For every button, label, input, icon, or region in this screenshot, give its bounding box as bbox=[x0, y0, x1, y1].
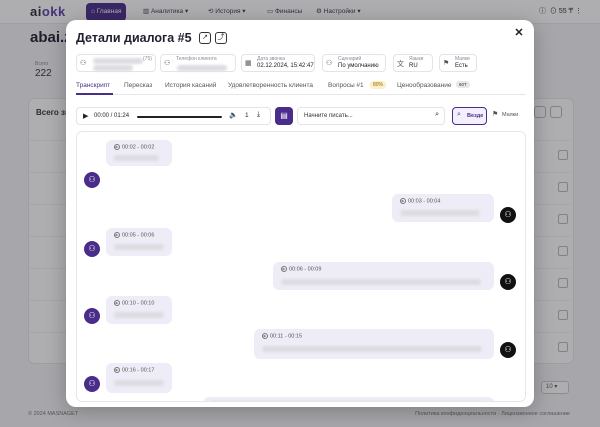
redacted-text bbox=[211, 401, 481, 402]
transcript-search-input[interactable]: Начните писать... ⌕ bbox=[297, 107, 445, 125]
player-time: 00:00 / 01:24 bbox=[94, 113, 130, 119]
play-icon[interactable]: ▶ bbox=[114, 367, 120, 373]
operator-avatar-icon: ⚇ bbox=[500, 274, 516, 290]
message-bubble-operator[interactable]: ▶ 00:06 - 00:09 bbox=[273, 262, 494, 290]
search-placeholder: Начните писать... bbox=[304, 113, 353, 119]
marks-value: Есть bbox=[455, 63, 468, 69]
audio-player: ▶ 00:00 / 01:24 🔈 1 ⤓ bbox=[76, 107, 271, 125]
search-marks-button[interactable]: ⚑ Маяки bbox=[491, 107, 526, 125]
client-avatar-icon: ⚇ bbox=[84, 308, 100, 324]
flag-icon: ⚑ bbox=[443, 60, 450, 67]
user-icon: ⚇ bbox=[164, 60, 171, 67]
scenario-card: ⚇ Сценарий По умолчанию bbox=[322, 54, 386, 72]
tab-summary[interactable]: Пересказ bbox=[124, 82, 152, 89]
transcript-toolbar: ▶ 00:00 / 01:24 🔈 1 ⤓ ▤ Начните писать..… bbox=[76, 107, 526, 125]
client-phone-card: ⚇ Телефон клиента bbox=[160, 54, 236, 72]
message-bubble-operator[interactable]: ▶ 00:11 - 00:15 bbox=[254, 329, 494, 359]
user-icon: ⚇ bbox=[80, 60, 87, 67]
calendar-icon: ▦ bbox=[245, 60, 252, 67]
message-bubble-client[interactable]: ▶ 00:10 - 00:10 bbox=[106, 296, 172, 324]
client-avatar-icon: ⚇ bbox=[84, 172, 100, 188]
message-bubble-operator[interactable]: ▶ 00:03 - 00:04 bbox=[392, 194, 494, 222]
volume-icon[interactable]: 🔈 bbox=[229, 111, 238, 119]
modal-title: Детали диалога #5 bbox=[76, 31, 192, 45]
call-date-card: ▦ Дата звонка 02.12.2024, 15:42:47 bbox=[241, 54, 315, 72]
search-icon: ⌕ bbox=[457, 111, 461, 118]
message-bubble-client[interactable]: ▶ 00:05 - 00:06 bbox=[106, 228, 172, 256]
operator-avatar-icon: ⚇ bbox=[500, 207, 516, 223]
tab-questions[interactable]: Вопросы #1 bbox=[328, 82, 364, 89]
tab-satisfaction[interactable]: Удовлетворенность клиента bbox=[228, 82, 313, 89]
translate-icon: 文 bbox=[397, 61, 404, 68]
date-label: Дата звонка bbox=[257, 56, 285, 62]
search-everywhere-button[interactable]: ⌕ Везде bbox=[452, 107, 487, 125]
marks-card: ⚑ Маяки Есть bbox=[439, 54, 477, 72]
open-external-icon[interactable]: ↗ bbox=[199, 32, 211, 44]
questions-score-badge: 80% bbox=[370, 81, 387, 89]
transcript-panel[interactable]: ⚇ ▶ 00:02 - 00:02 ▶ 00:03 - 00:04 ⚇ ⚇ ▶ 00:… bbox=[76, 131, 526, 402]
redacted-text bbox=[93, 65, 133, 71]
client-avatar-icon: ⚇ bbox=[84, 376, 100, 392]
play-icon[interactable]: ▶ bbox=[400, 198, 406, 204]
tab-pricing[interactable]: Ценообразование bbox=[397, 82, 451, 89]
close-icon[interactable]: ✕ bbox=[512, 26, 526, 40]
date-value: 02.12.2024, 15:42:47 bbox=[257, 63, 314, 69]
languages-label: Языки bbox=[409, 56, 424, 62]
marks-label: Маяки bbox=[455, 56, 470, 62]
message-bubble-client[interactable]: ▶ 00:02 - 00:02 bbox=[106, 140, 172, 166]
redacted-text bbox=[114, 244, 164, 250]
playback-speed[interactable]: 1 bbox=[245, 112, 249, 119]
phone-label: Телефон клиента bbox=[176, 56, 217, 62]
client-avatar-icon: ⚇ bbox=[84, 241, 100, 257]
play-icon[interactable]: ▶ bbox=[281, 266, 287, 272]
redacted-text bbox=[114, 312, 164, 318]
redacted-phone bbox=[177, 65, 227, 71]
agent-card: ⚇ (75) bbox=[76, 54, 156, 72]
operator-avatar-icon: ⚇ bbox=[500, 342, 516, 358]
audio-progress-track[interactable] bbox=[137, 116, 222, 118]
play-icon[interactable]: ▶ bbox=[114, 300, 120, 306]
tab-touch-history[interactable]: История касаний bbox=[165, 82, 216, 89]
active-tab-indicator bbox=[76, 93, 113, 95]
redacted-text bbox=[93, 58, 143, 64]
redacted-text bbox=[114, 380, 164, 386]
play-icon[interactable]: ▶ bbox=[262, 333, 268, 339]
download-icon[interactable]: ⤓ bbox=[257, 111, 260, 119]
redacted-text bbox=[262, 346, 482, 352]
message-bubble-operator[interactable] bbox=[203, 397, 494, 402]
pricing-badge: 60T bbox=[456, 81, 470, 88]
redacted-text bbox=[281, 279, 481, 285]
scenario-icon: ⚇ bbox=[326, 60, 333, 67]
dialog-details-modal: Детали диалога #5 ↗ ⤴ ✕ ⚇ (75) ⚇ Телефон… bbox=[66, 20, 534, 407]
tab-transcript[interactable]: Транскрипт bbox=[76, 82, 110, 89]
play-icon[interactable]: ▶ bbox=[114, 232, 120, 238]
play-icon[interactable]: ▶ bbox=[114, 144, 120, 150]
redacted-text bbox=[400, 210, 480, 216]
scenario-label: Сценарий bbox=[338, 56, 362, 62]
modal-tabs: Транскрипт Пересказ История касаний Удов… bbox=[76, 79, 526, 95]
scenario-value: По умолчанию bbox=[338, 63, 379, 69]
search-icon[interactable]: ⌕ bbox=[435, 111, 439, 119]
play-icon[interactable]: ▶ bbox=[83, 112, 88, 120]
redacted-text bbox=[114, 155, 159, 161]
marks-icon: ⚑ bbox=[492, 111, 499, 118]
subtitles-toggle-button[interactable]: ▤ bbox=[275, 107, 293, 125]
message-bubble-client[interactable]: ▶ 00:16 - 00:17 bbox=[106, 363, 172, 393]
share-icon[interactable]: ⤴ bbox=[215, 32, 227, 44]
agent-suffix: (75) bbox=[143, 56, 152, 62]
languages-card: 文 Языки RU bbox=[393, 54, 433, 72]
languages-value: RU bbox=[409, 63, 418, 69]
